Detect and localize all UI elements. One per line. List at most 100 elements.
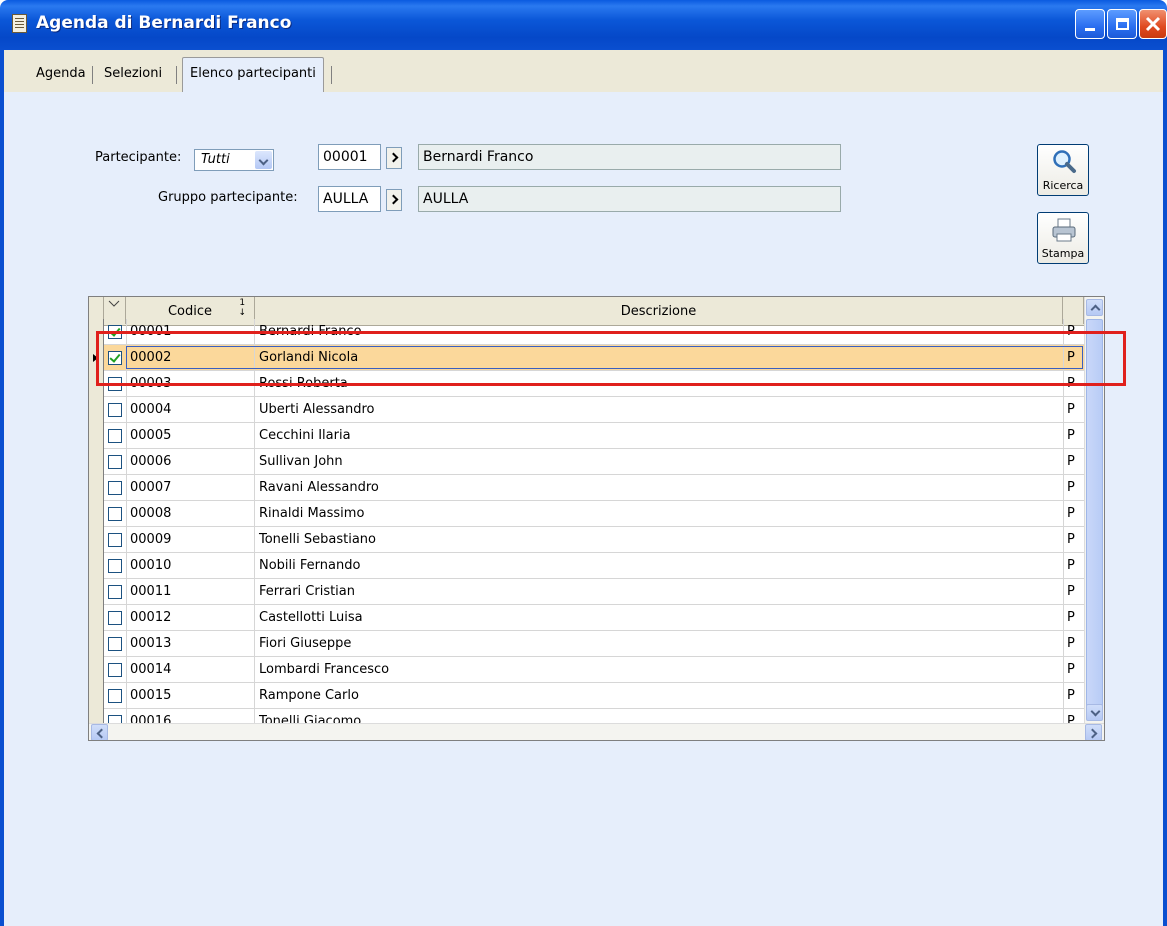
cell-divider xyxy=(126,501,127,527)
row-type: P xyxy=(1067,610,1075,625)
row-code: 00008 xyxy=(130,506,172,521)
row-selector[interactable] xyxy=(89,579,104,605)
table-row[interactable]: 00009 Tonelli Sebastiano P xyxy=(89,527,1084,553)
tab-agenda[interactable]: Agenda xyxy=(29,60,93,90)
cell-divider xyxy=(254,449,255,475)
row-checkbox[interactable] xyxy=(108,403,122,417)
tab-bar: Agenda Selezioni Elenco partecipanti xyxy=(4,57,1163,92)
sort-ascending-icon: 1 ↓ xyxy=(238,298,246,318)
row-selector[interactable] xyxy=(89,631,104,657)
minimize-button[interactable] xyxy=(1075,9,1105,39)
gruppo-label: Gruppo partecipante: xyxy=(158,190,298,205)
cell-divider xyxy=(126,527,127,553)
gruppo-zoom-button[interactable] xyxy=(386,189,402,211)
row-description: Castellotti Luisa xyxy=(259,610,363,625)
table-row[interactable]: 00012 Castellotti Luisa P xyxy=(89,605,1084,631)
cell-divider xyxy=(1063,683,1064,709)
row-selector[interactable] xyxy=(89,527,104,553)
tab-elenco-partecipanti[interactable]: Elenco partecipanti xyxy=(182,57,324,92)
row-selector[interactable] xyxy=(89,397,104,423)
cell-divider xyxy=(1063,553,1064,579)
tab-selezioni[interactable]: Selezioni xyxy=(97,60,169,90)
row-selector[interactable] xyxy=(89,657,104,683)
row-type: P xyxy=(1067,558,1075,573)
row-type: P xyxy=(1067,584,1075,599)
cell-divider xyxy=(126,553,127,579)
gruppo-code-field[interactable]: AULLA xyxy=(318,186,381,212)
row-code: 00013 xyxy=(130,636,172,651)
row-code: 00005 xyxy=(130,428,172,443)
table-row[interactable]: 00004 Uberti Alessandro P xyxy=(89,397,1084,423)
table-row[interactable]: 00006 Sullivan John P xyxy=(89,449,1084,475)
cell-divider xyxy=(126,683,127,709)
row-checkbox[interactable] xyxy=(108,533,122,547)
table-row[interactable]: 00015 Rampone Carlo P xyxy=(89,683,1084,709)
row-checkbox[interactable] xyxy=(108,585,122,599)
table-row[interactable]: 00013 Fiori Giuseppe P xyxy=(89,631,1084,657)
scroll-up-button[interactable] xyxy=(1086,299,1103,316)
row-description: Ravani Alessandro xyxy=(259,480,379,495)
row-checkbox[interactable] xyxy=(108,611,122,625)
row-selector[interactable] xyxy=(89,605,104,631)
row-checkbox[interactable] xyxy=(108,481,122,495)
row-selector[interactable] xyxy=(89,683,104,709)
row-code: 00007 xyxy=(130,480,172,495)
cell-divider xyxy=(1063,397,1064,423)
row-checkbox[interactable] xyxy=(108,689,122,703)
arrow-left-icon xyxy=(96,728,107,739)
chevron-down-icon[interactable] xyxy=(255,151,272,169)
row-checkbox[interactable] xyxy=(108,663,122,677)
row-selector[interactable] xyxy=(89,423,104,449)
row-type: P xyxy=(1067,402,1075,417)
cell-divider xyxy=(254,579,255,605)
cell-divider xyxy=(1063,631,1064,657)
row-selector[interactable] xyxy=(89,475,104,501)
row-checkbox[interactable] xyxy=(108,507,122,521)
row-type: P xyxy=(1067,688,1075,703)
cell-divider xyxy=(254,605,255,631)
row-checkbox[interactable] xyxy=(108,637,122,651)
scroll-down-button[interactable] xyxy=(1086,704,1103,721)
stampa-button[interactable]: Stampa xyxy=(1037,212,1089,264)
cell-divider xyxy=(1063,527,1064,553)
row-checkbox[interactable] xyxy=(108,455,122,469)
row-type: P xyxy=(1067,428,1075,443)
highlight-annotation xyxy=(96,331,1126,386)
codice-header-label: Codice xyxy=(167,304,213,319)
row-description: Tonelli Sebastiano xyxy=(259,532,376,547)
partecipante-zoom-button[interactable] xyxy=(386,147,402,169)
close-button[interactable] xyxy=(1139,9,1167,39)
partecipante-type-select[interactable]: Tutti xyxy=(194,149,274,171)
row-type: P xyxy=(1067,532,1075,547)
table-row[interactable]: 00008 Rinaldi Massimo P xyxy=(89,501,1084,527)
partecipante-label: Partecipante: xyxy=(95,150,182,165)
table-row[interactable]: 00005 Cecchini Ilaria P xyxy=(89,423,1084,449)
horizontal-scrollbar[interactable] xyxy=(89,723,1104,740)
row-description: Fiori Giuseppe xyxy=(259,636,352,651)
row-selector[interactable] xyxy=(89,501,104,527)
cell-divider xyxy=(1063,501,1064,527)
row-description: Rampone Carlo xyxy=(259,688,359,703)
row-checkbox[interactable] xyxy=(108,429,122,443)
window-title: Agenda di Bernardi Franco xyxy=(36,13,292,33)
window-frame-right xyxy=(1163,50,1167,926)
maximize-button[interactable] xyxy=(1107,9,1137,39)
table-row[interactable]: 00014 Lombardi Francesco P xyxy=(89,657,1084,683)
ricerca-button[interactable]: Ricerca xyxy=(1037,144,1089,196)
cell-divider xyxy=(254,423,255,449)
row-type: P xyxy=(1067,506,1075,521)
row-selector[interactable] xyxy=(89,553,104,579)
table-row[interactable]: 00010 Nobili Fernando P xyxy=(89,553,1084,579)
row-description: Lombardi Francesco xyxy=(259,662,390,677)
partecipante-code-field[interactable]: 00001 xyxy=(318,144,381,170)
table-row[interactable]: 00011 Ferrari Cristian P xyxy=(89,579,1084,605)
row-type: P xyxy=(1067,454,1075,469)
scroll-left-button[interactable] xyxy=(91,724,108,740)
row-code: 00011 xyxy=(130,584,172,599)
row-code: 00009 xyxy=(130,532,172,547)
scroll-right-button[interactable] xyxy=(1085,724,1102,740)
row-selector[interactable] xyxy=(89,449,104,475)
row-checkbox[interactable] xyxy=(108,559,122,573)
table-row[interactable]: 00007 Ravani Alessandro P xyxy=(89,475,1084,501)
row-description: Uberti Alessandro xyxy=(259,402,375,417)
